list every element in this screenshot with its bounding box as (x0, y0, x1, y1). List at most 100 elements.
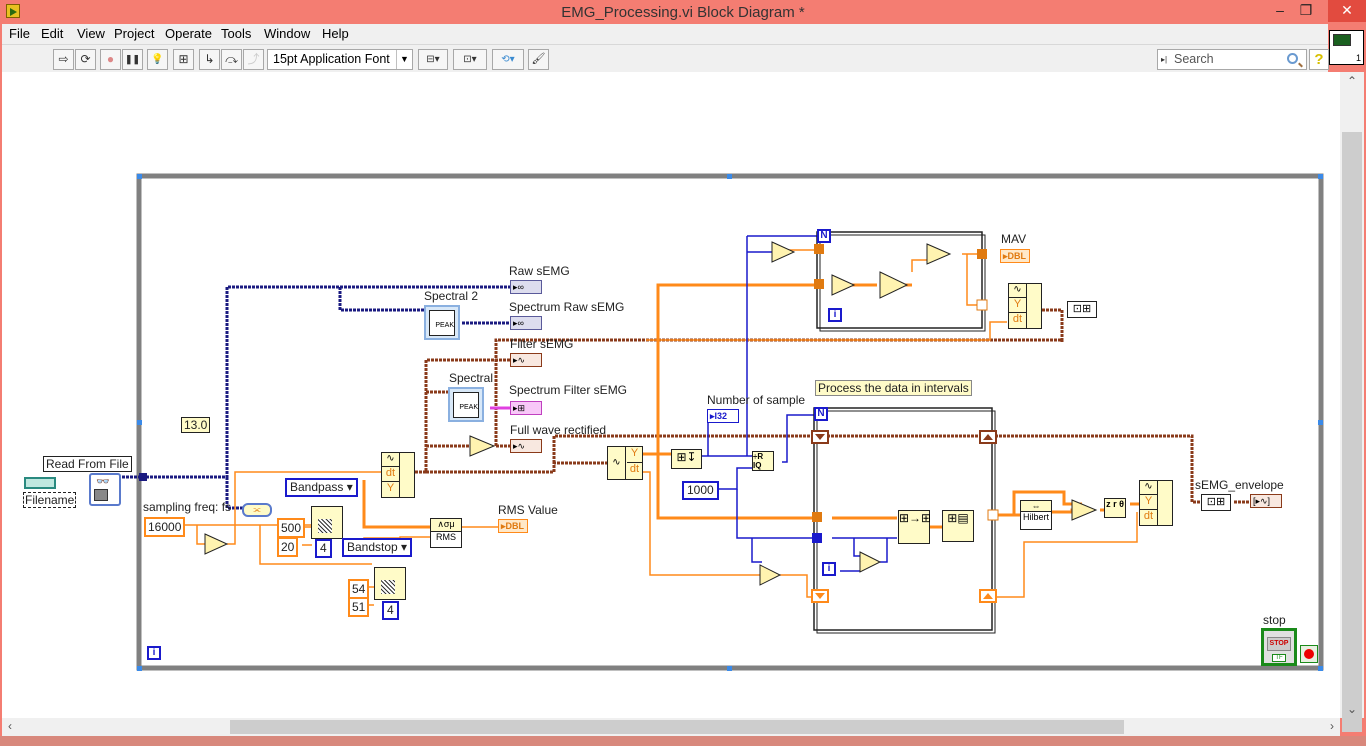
dt-terminal: dt (629, 463, 640, 475)
stop-button-face: STOP (1267, 637, 1291, 651)
butterworth-bandpass-filter[interactable] (311, 506, 343, 539)
bs-order-constant[interactable]: 4 (382, 601, 399, 620)
sampling-freq-control[interactable]: 16000 (144, 517, 186, 537)
menu-file[interactable]: File (9, 26, 30, 41)
loop-condition-terminal[interactable] (1300, 645, 1318, 663)
minimize-button[interactable]: – (1266, 0, 1294, 22)
build-waveform-node[interactable]: ∿ Y dt (1008, 283, 1042, 329)
maximize-button[interactable]: ❐ (1292, 0, 1320, 22)
complex-to-polar-node[interactable]: z r θ (1104, 498, 1126, 518)
horizontal-scrollbar[interactable]: ‹ › (2, 718, 1340, 736)
convert-from-dynamic-data[interactable]: ⫘ (242, 503, 272, 517)
spectrum-filter-indicator[interactable]: ▸⊞ (510, 401, 542, 415)
absolute-value-node[interactable] (831, 274, 856, 296)
spectral-measurements-2-express-vi[interactable]: PEAK (424, 305, 460, 340)
dt-terminal: dt (1009, 313, 1027, 328)
search-input[interactable]: ▸| Search (1157, 49, 1307, 70)
loop-iteration-terminal: i (828, 308, 842, 322)
run-continuously-button[interactable]: ⟳ (75, 49, 96, 70)
align-objects-button[interactable]: ⊟▾ (418, 49, 448, 70)
full-wave-rectified-indicator[interactable]: ▸∿ (510, 439, 542, 453)
filter-type-bandpass[interactable]: Bandpass ▾ (285, 478, 358, 497)
scroll-right-icon[interactable]: › (1330, 719, 1334, 733)
hilbert-transform-node[interactable]: ⇔ Hilbert (1020, 500, 1052, 530)
search-icon[interactable] (1287, 53, 1298, 64)
horizontal-scroll-thumb[interactable] (230, 720, 1124, 734)
reciprocal-node[interactable] (204, 533, 229, 555)
menu-project[interactable]: Project (114, 26, 154, 41)
semg-envelope-indicator[interactable]: [▸∿] (1250, 494, 1282, 508)
build-array-node[interactable]: ⊡⊞ (1201, 494, 1231, 511)
number-of-sample-indicator[interactable]: ▸I32 (707, 409, 739, 423)
vi-icon[interactable]: 1 (1329, 30, 1364, 65)
highlight-execution-button[interactable]: 💡 (147, 49, 168, 70)
menu-operate[interactable]: Operate (165, 26, 212, 41)
cleanup-diagram-button[interactable]: 🖌 (528, 49, 549, 70)
retain-wire-values-button[interactable]: ⊞ (173, 49, 194, 70)
bandstop-low-constant[interactable]: 51 (348, 597, 370, 617)
pause-button[interactable]: ❚❚ (122, 49, 143, 70)
filter-semg-indicator[interactable]: ▸∿ (510, 353, 542, 367)
hilbert-label: Hilbert (1022, 512, 1049, 522)
build-waveform-node[interactable]: ∿ dt Y (381, 452, 415, 498)
bp-order-constant[interactable]: 4 (315, 539, 332, 558)
scroll-down-icon[interactable]: ⌄ (1347, 702, 1357, 716)
reciprocal-node[interactable] (771, 241, 796, 263)
build-waveform-node[interactable]: ∿ Y dt (1139, 480, 1173, 526)
get-waveform-components[interactable]: ∿ Y dt (607, 446, 643, 480)
array-size-node[interactable]: ⊞↧ (671, 449, 702, 469)
reorder-button[interactable]: ⟲▾ (492, 49, 524, 70)
array-subset-node[interactable]: ⊞→⊞ (898, 510, 931, 544)
menu-tools[interactable]: Tools (221, 26, 251, 41)
step-over-button[interactable]: ⤼ (221, 49, 242, 70)
raw-semg-indicator[interactable]: ▸∞ (510, 280, 542, 294)
scroll-up-icon[interactable]: ⌃ (1347, 74, 1357, 88)
quotient-remainder-node[interactable]: ÷R IQ (752, 451, 774, 471)
spectrum-raw-indicator[interactable]: ▸∞ (510, 316, 542, 330)
multiply-node[interactable] (859, 551, 882, 573)
vertical-scrollbar[interactable]: ⌃ ⌄ (1340, 72, 1364, 732)
menu-edit[interactable]: Edit (41, 26, 63, 41)
high-cutoff-constant[interactable]: 500 (277, 518, 306, 538)
constant-13[interactable]: 13.0 (181, 417, 211, 433)
filename-label: Filename (23, 492, 77, 508)
read-from-file-express-vi[interactable]: 👓 (89, 473, 121, 506)
reshape-array-node[interactable]: ⊞▤ (942, 510, 974, 542)
abort-button[interactable]: ● (100, 49, 121, 70)
step-out-button[interactable]: ⤴ (243, 49, 264, 70)
font-select[interactable]: 15pt Application Font ▼ (267, 49, 413, 70)
full-wave-rectified-label: Full wave rectified (510, 423, 607, 437)
low-cutoff-constant[interactable]: 20 (277, 537, 299, 557)
stop-button-terminal[interactable]: STOP TF (1261, 628, 1297, 666)
butterworth-bandstop-filter[interactable] (374, 567, 406, 600)
multiply-node[interactable] (759, 564, 782, 586)
build-array-node[interactable]: ⊡⊞ (1067, 301, 1097, 318)
step-into-button[interactable]: ↳ (199, 49, 220, 70)
menu-view[interactable]: View (77, 26, 105, 41)
search-scope-icon: ▸| (1161, 55, 1168, 64)
menu-window[interactable]: Window (264, 26, 310, 41)
multiply-node[interactable] (926, 243, 952, 265)
scroll-left-icon[interactable]: ‹ (8, 719, 12, 733)
spectral-measurements-express-vi[interactable]: PEAK (448, 387, 484, 422)
rms-value-indicator[interactable]: ▸DBL (498, 519, 528, 533)
tunnel (812, 512, 822, 522)
sum-array-node[interactable] (879, 271, 909, 299)
re-im-to-complex-node[interactable] (1071, 499, 1098, 521)
vertical-scroll-thumb[interactable] (1342, 132, 1362, 732)
wire-sum-mult (911, 259, 927, 272)
context-help-button[interactable]: ? (1309, 49, 1329, 70)
constant-1000[interactable]: 1000 (682, 481, 719, 500)
mav-indicator[interactable]: ▸DBL (1000, 249, 1030, 263)
waveform-icon: ∿ (382, 453, 400, 467)
distribute-objects-button[interactable]: ⊡▾ (453, 49, 487, 70)
rms-express-vi[interactable]: ∧σμ RMS (430, 518, 462, 548)
filename-control[interactable] (24, 477, 56, 489)
absolute-value-node[interactable] (469, 435, 496, 457)
bandstop-high-constant[interactable]: 54 (348, 579, 370, 599)
filter-type-bandstop[interactable]: Bandstop ▾ (342, 538, 413, 557)
block-diagram-canvas[interactable]: Read From File Filename 👓 13.0 sampling … (2, 72, 1340, 718)
menu-help[interactable]: Help (322, 26, 349, 41)
close-button[interactable]: ✕ (1328, 0, 1366, 22)
run-button[interactable]: ⇨ (53, 49, 74, 70)
